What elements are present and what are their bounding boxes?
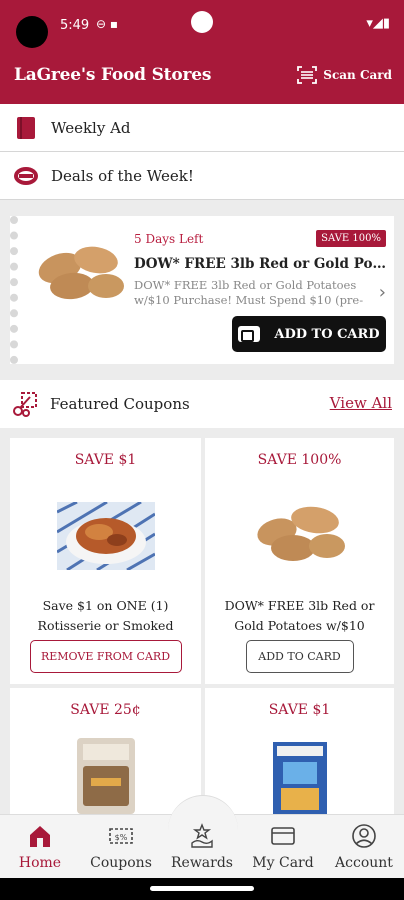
rewards-icon: [191, 823, 213, 848]
coupon-save-label: SAVE 25¢: [70, 702, 141, 718]
deal-card[interactable]: 5 Days Left SAVE 100% DOW* FREE 3lb Red …: [10, 216, 394, 364]
featured-coupons-header: Featured Coupons View All: [0, 380, 404, 428]
coupon-icon: $%: [109, 828, 133, 844]
camera-cutout: [16, 16, 48, 48]
scan-card-button[interactable]: Scan Card: [296, 64, 392, 86]
potatoes-image: [38, 246, 124, 300]
nav-my-card[interactable]: My Card: [243, 815, 323, 879]
save-badge: SAVE 100%: [316, 230, 386, 247]
add-to-card-button[interactable]: ADD TO CARD: [245, 640, 354, 673]
nav-coupons[interactable]: $% Coupons: [81, 815, 161, 879]
nav-rewards[interactable]: Rewards: [162, 815, 242, 879]
featured-coupons-title: Featured Coupons: [50, 395, 190, 413]
menu-item-weekly-ad[interactable]: Weekly Ad: [0, 104, 404, 152]
bread-image: [76, 738, 135, 814]
add-to-card-button[interactable]: ADD TO CARD: [232, 316, 386, 352]
deals-badge-icon: [13, 163, 39, 189]
home-indicator[interactable]: [150, 886, 254, 891]
chevron-right-icon[interactable]: ›: [379, 282, 386, 303]
wallet-icon: [238, 326, 261, 342]
nav-label: Coupons: [90, 855, 152, 871]
notification-icons: ⊖ ▪: [96, 17, 119, 31]
signal-battery-icons: ▾◢▮: [366, 16, 390, 31]
svg-text:$%: $%: [115, 833, 128, 842]
status-bar: 5:49 ⊖ ▪ ▾◢▮: [0, 0, 404, 50]
home-icon: [30, 826, 50, 847]
menu-item-label: Weekly Ad: [51, 118, 131, 137]
scissors-coupon-icon: [12, 391, 38, 417]
menu-item-label: Deals of the Week!: [51, 166, 194, 185]
cereal-image: [272, 742, 327, 814]
deal-title: DOW* FREE 3lb Red or Gold Potatoes: [134, 256, 392, 272]
scan-card-label: Scan Card: [323, 68, 392, 82]
nav-label: My Card: [252, 855, 314, 871]
potatoes-image: [256, 506, 345, 561]
account-icon: [352, 824, 376, 848]
app-title: LaGree's Food Stores: [14, 65, 212, 85]
menu-item-deals-of-the-week[interactable]: Deals of the Week!: [0, 152, 404, 200]
add-to-card-label: ADD TO CARD: [274, 326, 380, 342]
coupon-card[interactable]: SAVE $1: [205, 688, 394, 814]
coupon-description: DOW* FREE 3lb Red or Gold Potatoes w/$10…: [224, 598, 375, 633]
system-navigation-bar: [0, 878, 404, 900]
coupon-save-label: SAVE $1: [268, 702, 331, 718]
nav-home[interactable]: Home: [0, 815, 80, 879]
coupon-description: Save $1 on ONE (1) Rotisserie or Smoked …: [37, 598, 174, 633]
coupon-card[interactable]: SAVE 100% DOW* FREE 3lb Red or Gold Pota…: [205, 438, 394, 684]
front-camera: [191, 11, 213, 33]
coupon-card[interactable]: SAVE 25¢: [10, 688, 201, 814]
status-time: 5:49: [60, 18, 90, 33]
book-icon: [13, 115, 39, 141]
coupon-card[interactable]: SAVE $1 Save $1 on ONE (1) Rotisserie or…: [10, 438, 201, 684]
nav-label: Rewards: [171, 855, 233, 871]
view-all-link[interactable]: View All: [330, 394, 392, 412]
days-left-label: 5 Days Left: [134, 232, 204, 246]
app-header: LaGree's Food Stores Scan Card: [0, 50, 404, 104]
chicken-image: [56, 502, 155, 570]
coupon-save-label: SAVE $1: [74, 452, 137, 468]
nav-account[interactable]: Account: [324, 815, 404, 879]
remove-from-card-button[interactable]: REMOVE FROM CARD: [29, 640, 182, 673]
deal-description: DOW* FREE 3lb Red or Gold Potatoes w/$10…: [134, 278, 364, 307]
card-icon: [271, 827, 295, 845]
nav-label: Account: [335, 855, 393, 871]
bottom-navigation: Home $% Coupons Rewards My Card Account: [0, 795, 404, 879]
nav-label: Home: [18, 855, 62, 871]
coupon-save-label: SAVE 100%: [257, 452, 342, 468]
scan-icon: [297, 66, 318, 84]
